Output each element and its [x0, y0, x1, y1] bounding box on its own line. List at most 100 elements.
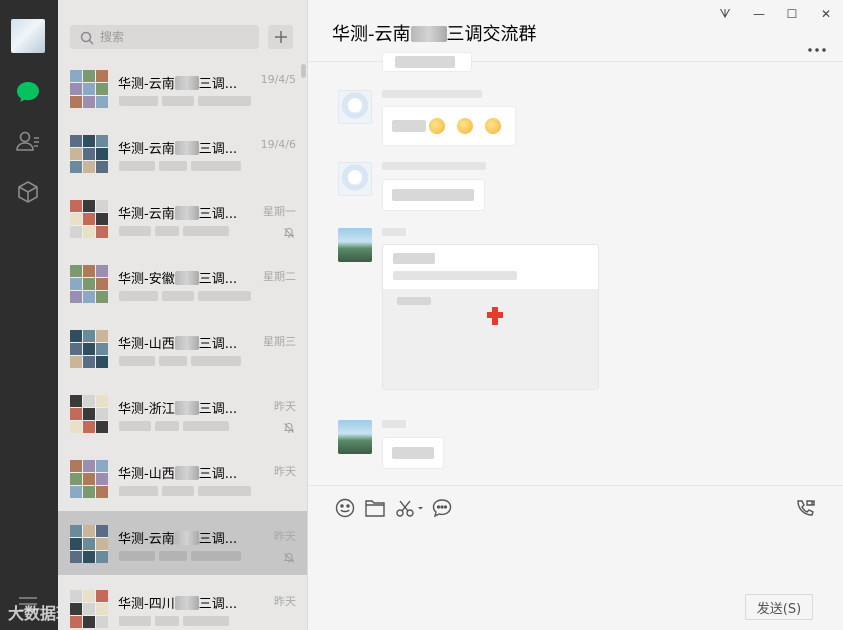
emoji-icon [485, 118, 501, 134]
sender-name [382, 162, 486, 170]
conversation-time: 昨天 [274, 530, 296, 543]
voice-call-button[interactable] [794, 497, 816, 519]
redacted-text [174, 271, 199, 285]
sender-name [382, 228, 406, 236]
phone-video-icon [797, 499, 815, 516]
conversation-time: 星期一 [263, 205, 296, 218]
conversation-time: 昨天 [274, 595, 296, 608]
close-button[interactable]: ✕ [818, 6, 834, 22]
map-preview[interactable] [383, 289, 598, 389]
redacted-text [174, 76, 199, 90]
sender-avatar[interactable] [338, 420, 372, 454]
conversation-item[interactable]: 华测-云南 三调... 昨天 [58, 511, 307, 575]
message-preview [119, 356, 251, 366]
emoji-icon [429, 118, 445, 134]
group-avatar [70, 200, 108, 238]
group-avatar [70, 525, 108, 563]
smiley-icon [335, 498, 355, 518]
nav-rail: 大数据玩 [0, 0, 72, 630]
conversation-name: 华测-云南 三调... [118, 141, 238, 157]
conversation-name: 华测-云南 三调... [118, 531, 238, 547]
search-icon [80, 30, 94, 45]
message-preview [119, 551, 251, 561]
conversation-name: 华测-云南 三调... [118, 206, 238, 222]
conversation-time: 昨天 [274, 465, 296, 478]
conversation-item[interactable]: 华测-山西 三调... 星期三 [58, 316, 307, 380]
conversation-time: 昨天 [274, 400, 296, 413]
message-bubble[interactable] [382, 52, 472, 72]
conversation-name: 华测-四川 三调... [118, 596, 238, 612]
conversation-item[interactable]: 华测-山西 三调... 昨天 [58, 446, 307, 510]
group-avatar [70, 395, 108, 433]
more-icon[interactable] [807, 38, 827, 52]
chat-history-button[interactable] [431, 497, 453, 519]
redacted-text [174, 466, 199, 480]
chat-title: 华测-云南 三调交流群 [332, 24, 537, 45]
conversation-time: 星期二 [263, 270, 296, 283]
message-preview [119, 486, 251, 496]
message-preview [119, 226, 251, 236]
conversation-name: 华测-山西 三调... [118, 336, 238, 352]
location-pin-icon [487, 307, 503, 325]
message-bubble[interactable] [382, 437, 444, 469]
message-preview [119, 161, 251, 171]
group-avatar [70, 460, 108, 498]
conversation-item[interactable]: 华测-云南 三调... 19/4/6 [58, 121, 307, 185]
chat-icon[interactable] [14, 78, 42, 106]
sender-name [382, 420, 406, 428]
redacted-text [174, 531, 199, 545]
conversation-item[interactable]: 华测-浙江 三调... 昨天 [58, 381, 307, 445]
search-input[interactable] [100, 28, 250, 46]
conversation-name: 华测-山西 三调... [118, 466, 238, 482]
user-avatar[interactable] [11, 19, 45, 53]
pin-button[interactable]: ᗐ [717, 6, 733, 22]
conversation-list: 华测-云南三调...19/4/5华测-云南三调...19/4/6华测-云南三调.… [58, 0, 308, 630]
group-avatar [70, 135, 108, 173]
conversation-name: 华测-安徽 三调... [118, 271, 238, 287]
redacted-text [174, 206, 199, 220]
redacted-text [174, 336, 199, 350]
plus-icon [274, 31, 287, 43]
group-avatar [70, 330, 108, 368]
message-bubble[interactable] [382, 179, 485, 211]
conversation-item[interactable]: 华测-云南 三调... 19/4/5 [58, 56, 307, 120]
sender-avatar[interactable] [338, 90, 372, 124]
conversation-name: 华测-云南 三调... [118, 76, 238, 92]
send-button[interactable]: 发送(S) [745, 594, 813, 620]
cube-icon[interactable] [14, 178, 42, 206]
group-avatar [70, 590, 108, 628]
conversation-item[interactable]: 华测-四川 三调... 昨天 [58, 576, 307, 630]
add-button[interactable] [268, 25, 293, 49]
speech-bubble-icon [432, 499, 452, 518]
message-preview [119, 421, 251, 431]
location-card[interactable] [382, 244, 599, 390]
conversation-item[interactable]: 华测-安徽 三调... 星期二 [58, 251, 307, 315]
chat-panel: 华测-云南 三调交流群 ᗐ — ☐ ✕ 发送(S) [308, 0, 843, 630]
folder-icon [365, 500, 385, 517]
maximize-button[interactable]: ☐ [784, 6, 800, 22]
sender-avatar[interactable] [338, 162, 372, 196]
sender-name [382, 90, 482, 98]
conversation-time: 19/4/5 [260, 73, 296, 86]
conversation-item[interactable]: 华测-云南 三调... 星期一 [58, 186, 307, 250]
message-bubble[interactable] [382, 106, 516, 146]
file-button[interactable] [364, 497, 386, 519]
minimize-button[interactable]: — [751, 6, 767, 22]
message-preview [119, 96, 251, 106]
scissors-icon [396, 500, 423, 517]
mute-icon [283, 552, 295, 563]
conversation-time: 星期三 [263, 335, 296, 348]
contacts-icon[interactable] [14, 127, 42, 155]
screenshot-button[interactable] [395, 497, 425, 519]
group-avatar [70, 70, 108, 108]
emoji-button[interactable] [334, 497, 356, 519]
input-divider [308, 485, 843, 486]
conversation-time: 19/4/6 [260, 138, 296, 151]
sender-avatar[interactable] [338, 228, 372, 262]
search-box[interactable] [70, 25, 259, 49]
mute-icon [283, 227, 295, 238]
conversation-name: 华测-浙江 三调... [118, 401, 238, 417]
message-preview [119, 616, 251, 626]
emoji-icon [457, 118, 473, 134]
group-avatar [70, 265, 108, 303]
